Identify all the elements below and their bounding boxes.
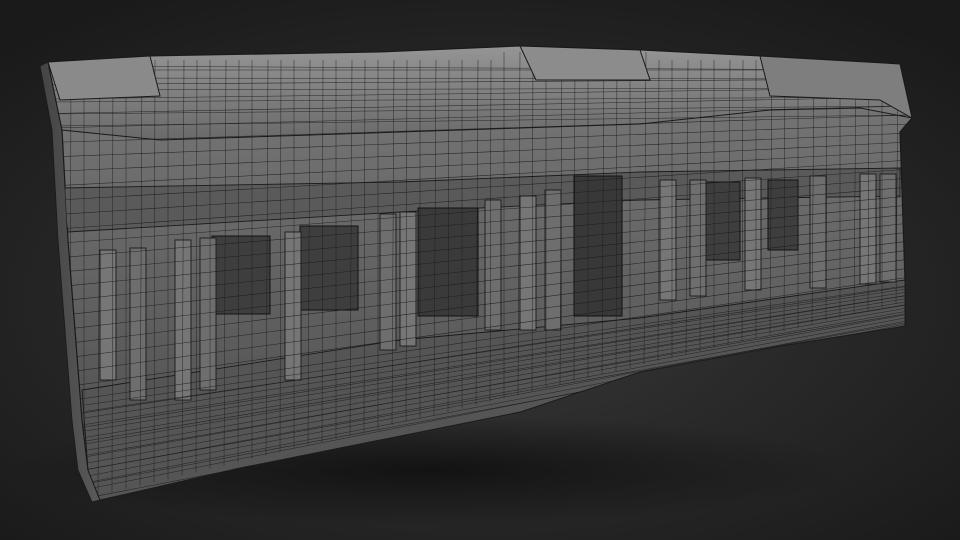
facade-render — [10, 45, 913, 525]
column — [689, 179, 707, 297]
column — [659, 179, 677, 301]
column — [879, 173, 897, 283]
column — [744, 177, 762, 291]
column — [519, 195, 537, 331]
viewport — [0, 0, 960, 540]
column — [284, 231, 302, 381]
window-4 — [705, 181, 741, 261]
column — [199, 237, 217, 391]
column — [99, 249, 117, 381]
cap-center — [519, 45, 651, 81]
column — [484, 199, 502, 331]
window-5 — [767, 179, 799, 251]
column — [544, 189, 562, 331]
cap-left — [47, 55, 161, 101]
window-1 — [211, 235, 271, 315]
